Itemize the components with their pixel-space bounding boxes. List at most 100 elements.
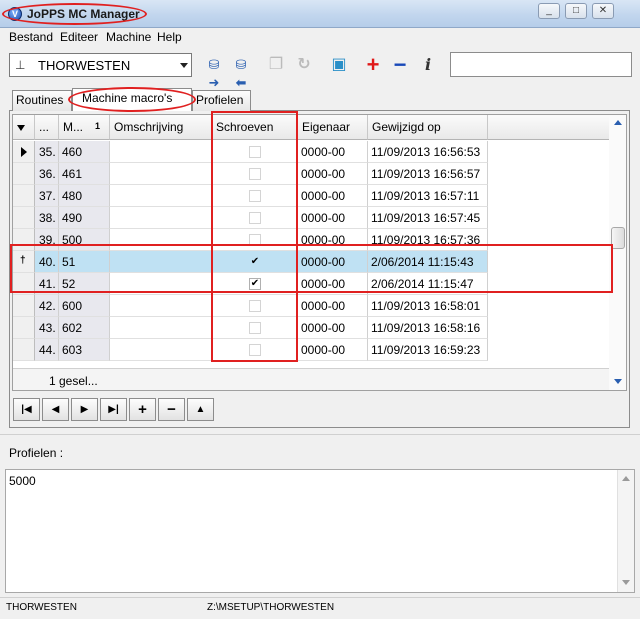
scroll-down-icon[interactable] bbox=[614, 379, 622, 384]
rows-annotation bbox=[10, 244, 613, 293]
macro-cell[interactable]: 460 bbox=[59, 141, 110, 163]
row-number: 36. bbox=[35, 163, 59, 185]
gewijzigd-cell[interactable]: 11/09/2013 16:59:23 bbox=[368, 339, 488, 361]
omschrijving-cell[interactable] bbox=[110, 185, 212, 207]
machine-icon: ⊥ bbox=[15, 58, 26, 72]
export-icon[interactable]: ⛁⬅ bbox=[231, 56, 251, 90]
header-eigenaar[interactable]: Eigenaar bbox=[298, 115, 368, 140]
current-row-icon bbox=[21, 147, 27, 157]
next-record-button[interactable]: ▶ bbox=[71, 398, 98, 421]
menu-editeer[interactable]: Editeer bbox=[60, 30, 98, 44]
import-icon[interactable]: ⛁➜ bbox=[204, 56, 224, 90]
header-gewijzigd-op[interactable]: Gewijzigd op bbox=[368, 115, 488, 140]
header-omschrijving[interactable]: Omschrijving bbox=[110, 115, 212, 140]
gewijzigd-cell[interactable]: 11/09/2013 16:56:53 bbox=[368, 141, 488, 163]
gewijzigd-cell[interactable]: 11/09/2013 16:58:01 bbox=[368, 295, 488, 317]
row-indicator[interactable] bbox=[13, 207, 35, 229]
machine-select-value: THORWESTEN bbox=[38, 58, 131, 73]
row-indicator[interactable] bbox=[13, 317, 35, 339]
package-icon[interactable]: ▣ bbox=[329, 56, 349, 74]
grid-footer: 1 gesel... bbox=[13, 368, 488, 390]
sort-asc-icon: 1 bbox=[95, 121, 101, 131]
sort-down-icon bbox=[17, 125, 25, 131]
header-spacer bbox=[488, 115, 609, 140]
chevron-down-icon[interactable] bbox=[180, 63, 188, 68]
redo-icon[interactable]: ↻ bbox=[294, 56, 314, 74]
row-number: 42. bbox=[35, 295, 59, 317]
omschrijving-cell[interactable] bbox=[110, 295, 212, 317]
omschrijving-cell[interactable] bbox=[110, 141, 212, 163]
search-input[interactable] bbox=[450, 52, 632, 77]
profielen-scroll-up-icon[interactable] bbox=[622, 476, 630, 481]
eigenaar-cell[interactable]: 0000-00 bbox=[298, 141, 368, 163]
profielen-scrollbar[interactable] bbox=[617, 470, 634, 592]
menu-machine[interactable]: Machine bbox=[106, 30, 151, 44]
macro-cell[interactable]: 603 bbox=[59, 339, 110, 361]
footer-spacer bbox=[488, 368, 609, 390]
splitter[interactable] bbox=[0, 434, 640, 437]
copy-icon[interactable]: ❐ bbox=[266, 56, 286, 74]
edit-record-button[interactable]: ▲ bbox=[187, 398, 214, 421]
omschrijving-cell[interactable] bbox=[110, 207, 212, 229]
minimize-button[interactable]: _ bbox=[538, 3, 560, 19]
header-indicator[interactable] bbox=[13, 115, 35, 140]
scroll-up-icon[interactable] bbox=[614, 120, 622, 125]
row-number: 44. bbox=[35, 339, 59, 361]
insert-record-button[interactable]: + bbox=[129, 398, 156, 421]
macro-cell[interactable]: 602 bbox=[59, 317, 110, 339]
eigenaar-cell[interactable]: 0000-00 bbox=[298, 207, 368, 229]
remove-icon[interactable]: − bbox=[390, 54, 410, 76]
eigenaar-cell[interactable]: 0000-00 bbox=[298, 317, 368, 339]
row-number: 35. bbox=[35, 141, 59, 163]
tab-profielen[interactable]: Profielen bbox=[192, 90, 251, 111]
row-number: 43. bbox=[35, 317, 59, 339]
schroeven-column-annotation bbox=[211, 111, 298, 362]
tab-annotation-ellipse bbox=[68, 87, 196, 112]
delete-record-button[interactable]: − bbox=[158, 398, 185, 421]
row-indicator[interactable] bbox=[13, 339, 35, 361]
status-bar: THORWESTEN Z:\MSETUP\THORWESTEN bbox=[0, 597, 640, 619]
machine-select[interactable]: ⊥ THORWESTEN bbox=[9, 53, 192, 77]
header-macro[interactable]: M... 1 bbox=[59, 115, 110, 140]
add-icon[interactable]: + bbox=[363, 54, 383, 76]
eigenaar-cell[interactable]: 0000-00 bbox=[298, 295, 368, 317]
eigenaar-cell[interactable]: 0000-00 bbox=[298, 163, 368, 185]
last-record-button[interactable]: ▶| bbox=[100, 398, 127, 421]
gewijzigd-cell[interactable]: 11/09/2013 16:57:11 bbox=[368, 185, 488, 207]
row-indicator[interactable] bbox=[13, 141, 35, 163]
status-machine: THORWESTEN bbox=[6, 602, 77, 613]
first-record-button[interactable]: |◀ bbox=[13, 398, 40, 421]
tab-routines[interactable]: Routines bbox=[12, 90, 72, 111]
eigenaar-cell[interactable]: 0000-00 bbox=[298, 339, 368, 361]
gewijzigd-cell[interactable]: 11/09/2013 16:56:57 bbox=[368, 163, 488, 185]
row-indicator[interactable] bbox=[13, 185, 35, 207]
maximize-button[interactable]: □ bbox=[565, 3, 587, 19]
status-path: Z:\MSETUP\THORWESTEN bbox=[207, 602, 335, 613]
row-number: 37. bbox=[35, 185, 59, 207]
macro-cell[interactable]: 490 bbox=[59, 207, 110, 229]
info-icon[interactable]: i bbox=[418, 56, 438, 74]
omschrijving-cell[interactable] bbox=[110, 339, 212, 361]
profielen-scroll-down-icon[interactable] bbox=[622, 580, 630, 585]
macro-cell[interactable]: 461 bbox=[59, 163, 110, 185]
menu-help[interactable]: Help bbox=[157, 30, 182, 44]
header-macro-label: M... bbox=[63, 120, 83, 134]
gewijzigd-cell[interactable]: 11/09/2013 16:58:16 bbox=[368, 317, 488, 339]
profielen-label: Profielen : bbox=[9, 446, 64, 460]
macro-cell[interactable]: 480 bbox=[59, 185, 110, 207]
eigenaar-cell[interactable]: 0000-00 bbox=[298, 185, 368, 207]
menu-bestand[interactable]: Bestand bbox=[9, 30, 53, 44]
omschrijving-cell[interactable] bbox=[110, 163, 212, 185]
close-button[interactable]: ✕ bbox=[592, 3, 614, 19]
row-indicator[interactable] bbox=[13, 295, 35, 317]
prev-record-button[interactable]: ◀ bbox=[42, 398, 69, 421]
profielen-textarea[interactable]: 5000 bbox=[5, 469, 635, 593]
row-indicator[interactable] bbox=[13, 163, 35, 185]
gewijzigd-cell[interactable]: 11/09/2013 16:57:45 bbox=[368, 207, 488, 229]
profielen-value: 5000 bbox=[9, 474, 36, 488]
scroll-thumb[interactable] bbox=[611, 227, 625, 249]
macro-cell[interactable]: 600 bbox=[59, 295, 110, 317]
omschrijving-cell[interactable] bbox=[110, 317, 212, 339]
header-number[interactable]: ... bbox=[35, 115, 59, 140]
title-annotation-ellipse bbox=[2, 3, 147, 25]
